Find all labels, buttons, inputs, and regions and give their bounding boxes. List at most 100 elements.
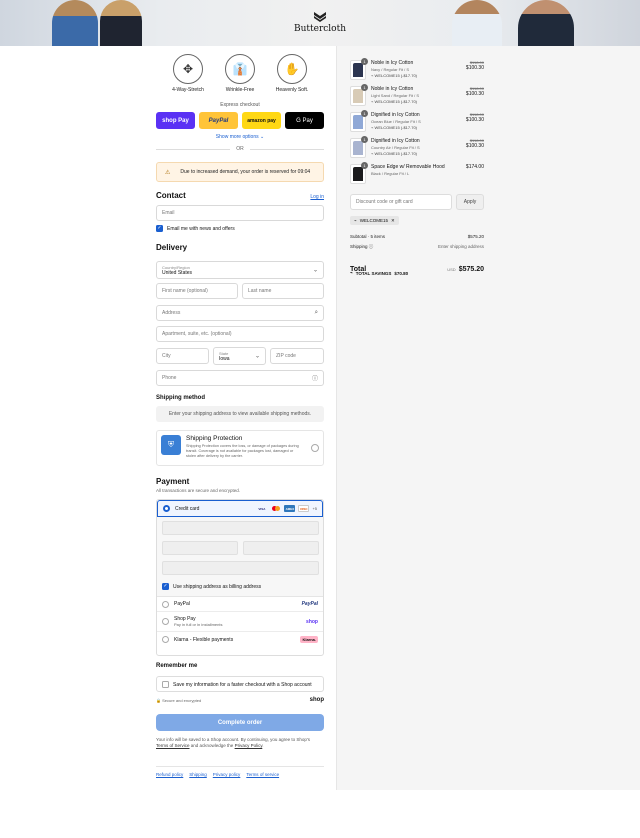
radio-icon <box>162 636 169 643</box>
tag-icon: ⌁ <box>371 99 374 104</box>
tag-icon: ⌁ <box>371 125 374 130</box>
amazon-pay-button[interactable]: amazon pay <box>242 112 281 129</box>
city-placeholder: City <box>162 353 171 359</box>
paypal-logo: PayPal <box>301 601 318 607</box>
item-discount-code: WELCOME15 (-$17.70) <box>374 151 418 156</box>
paypal-option[interactable]: PayPal PayPal <box>157 597 323 612</box>
discover-icon: DISC <box>298 505 310 512</box>
billing-same-checkbox[interactable]: ✓ Use shipping address as billing addres… <box>162 583 261 590</box>
item-price: $100.30 <box>465 91 484 97</box>
shop-logo: shop <box>309 697 324 703</box>
savings-value: $70.80 <box>394 270 409 276</box>
brand-logo[interactable]: Buttercloth <box>0 12 640 34</box>
phone-placeholder: Phone <box>162 375 177 381</box>
quantity-badge: 1 <box>361 110 368 117</box>
address-field[interactable]: Address ⌕ <box>156 305 324 321</box>
item-name: Dignified in Icy Cotton <box>371 112 420 118</box>
email-placeholder: Email <box>162 210 175 216</box>
first-name-field[interactable]: First name (optional) <box>156 283 238 299</box>
badge-stretch: ✥ 4-Way-Stretch <box>168 54 208 93</box>
discount-code-input[interactable]: Discount code or gift card <box>350 194 452 210</box>
or-label: OR <box>236 146 244 152</box>
close-icon[interactable]: ✕ <box>391 218 395 224</box>
badge-label: Heavenly Soft. <box>275 87 309 93</box>
save-info-checkbox[interactable]: Save my information for a faster checkou… <box>162 681 312 688</box>
subtotal-value: $575.20 <box>467 234 484 239</box>
state-select[interactable]: State Iowa ⌄ <box>213 347 266 365</box>
radio-selected-icon <box>163 505 170 512</box>
complete-order-button[interactable]: Complete order <box>156 714 324 731</box>
item-price: $100.30 <box>465 143 484 149</box>
google-pay-button[interactable]: G Pay <box>285 112 324 129</box>
more-cards-count: +5 <box>312 506 317 511</box>
feature-badges: ✥ 4-Way-Stretch 👔 Wrinkle-Free ✋ Heavenl… <box>168 54 312 93</box>
logo-icon <box>314 12 326 22</box>
item-name: Noble in Icy Cotton <box>371 86 414 92</box>
item-name: Space Edge w/ Removable Hood <box>371 164 445 170</box>
badge-label: 4-Way-Stretch <box>172 87 204 93</box>
shipping-protection-option[interactable]: ⛨ Shipping Protection Shipping Protectio… <box>156 430 324 466</box>
cart-item: 1 Noble in Icy Cotton Navy / Regular Fit … <box>350 58 484 82</box>
zip-field[interactable]: ZIP code <box>270 348 324 364</box>
hero-banner: Buttercloth <box>0 0 640 46</box>
shipping-header: Shipping method <box>156 395 324 401</box>
checkbox-checked-icon: ✓ <box>162 583 169 590</box>
payment-header: Payment <box>156 477 324 486</box>
klarna-option[interactable]: Klarna - Flexible payments Klarna. <box>157 632 323 647</box>
terms-of-service-link[interactable]: Terms of service <box>246 772 279 777</box>
news-label: Email me with news and offers <box>167 225 235 232</box>
security-code-field[interactable] <box>243 541 319 555</box>
show-more-options-link[interactable]: Show more options ⌄ <box>156 134 324 140</box>
paypal-button[interactable]: PayPal <box>199 112 238 129</box>
remember-me-option[interactable]: Save my information for a faster checkou… <box>156 676 324 692</box>
country-select[interactable]: Country/Region United States ⌄ <box>156 261 324 279</box>
apartment-field[interactable]: Apartment, suite, etc. (optional) <box>156 326 324 342</box>
shop-pay-option[interactable]: Shop Pay Pay in full or in installments s… <box>157 612 323 632</box>
item-discount: ⌁ WELCOME15 (-$17.70) <box>371 73 461 78</box>
protection-description: Shipping Protection covers the loss, or … <box>186 444 299 458</box>
product-thumbnail: 1 <box>350 162 368 184</box>
lock-icon: 🔒 <box>156 697 161 703</box>
remember-header: Remember me <box>156 663 324 669</box>
city-field[interactable]: City <box>156 348 209 364</box>
apply-button[interactable]: Apply <box>456 194 484 210</box>
phone-field[interactable]: Phone ⓘ <box>156 370 324 386</box>
quantity-badge: 1 <box>361 58 368 65</box>
help-icon[interactable]: ⓘ <box>312 374 318 383</box>
last-name-field[interactable]: Last name <box>242 283 324 299</box>
shirt-icon <box>353 115 363 129</box>
login-link[interactable]: Log in <box>310 194 324 200</box>
privacy-link[interactable]: Privacy Policy <box>235 743 263 748</box>
quantity-badge: 1 <box>361 84 368 91</box>
address-placeholder: Address <box>162 310 181 316</box>
name-on-card-field[interactable] <box>162 561 319 575</box>
badge-wrinkle: 👔 Wrinkle-Free <box>220 54 260 93</box>
shop-pay-button[interactable]: shop Pay <box>156 112 195 129</box>
privacy-policy-link[interactable]: Privacy policy <box>213 772 241 777</box>
terms-link[interactable]: Terms of Service <box>156 743 190 748</box>
help-icon[interactable]: ⓘ <box>369 244 374 249</box>
shipping-link[interactable]: Shipping <box>189 772 207 777</box>
expiration-field[interactable] <box>162 541 238 555</box>
item-discount-code: WELCOME15 (-$17.70) <box>374 73 418 78</box>
badge-soft: ✋ Heavenly Soft. <box>272 54 312 93</box>
protection-toggle[interactable] <box>311 444 319 452</box>
credit-card-option[interactable]: Credit card VISA AMEX DISC +5 <box>157 500 323 517</box>
contact-title: Contact <box>156 191 186 200</box>
currency: USD <box>447 267 456 272</box>
mastercard-icon <box>270 505 281 512</box>
news-checkbox[interactable]: ✓ Email me with news and offers <box>156 225 235 232</box>
legal-text: Your info will be saved to a Shop accoun… <box>156 737 311 749</box>
email-field[interactable]: Email <box>156 205 324 221</box>
credit-card-form: ✓ Use shipping address as billing addres… <box>157 517 323 597</box>
card-number-field[interactable] <box>162 521 319 535</box>
protection-title: Shipping Protection <box>186 435 243 442</box>
klarna-logo: Klarna. <box>300 636 318 643</box>
total-savings: ⌁ TOTAL SAVINGS $70.80 <box>350 270 408 276</box>
refund-policy-link[interactable]: Refund policy <box>156 772 183 777</box>
item-price: $174.00 <box>465 164 484 170</box>
item-name: Dignified in Icy Cotton <box>371 138 420 144</box>
secure-label: Secure and encrypted <box>162 697 202 703</box>
express-checkout-label: Express checkout <box>220 102 260 108</box>
footer-links: Refund policy Shipping Privacy policy Te… <box>156 766 324 777</box>
